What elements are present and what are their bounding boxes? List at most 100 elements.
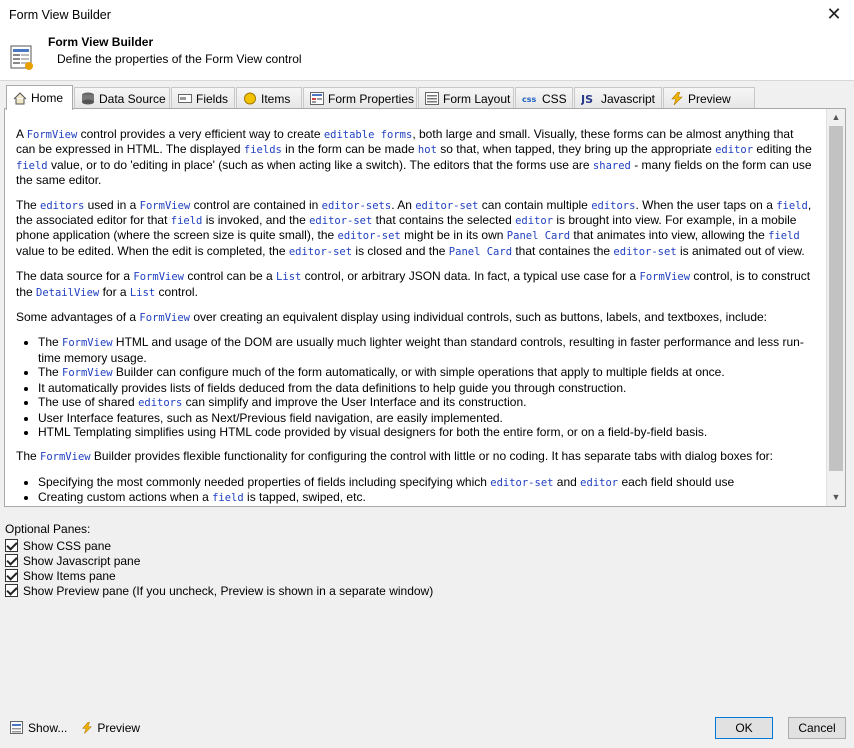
scroll-down-icon[interactable]: ▼: [827, 489, 845, 506]
database-icon: [82, 92, 94, 105]
checkbox-show-preview[interactable]: Show Preview pane (If you uncheck, Previ…: [5, 583, 433, 598]
list-item: Specifying the most commonly needed prop…: [38, 475, 815, 490]
tab-label: Data Source: [99, 91, 166, 106]
code-term: Panel Card: [506, 230, 571, 243]
tab-label: Preview: [688, 91, 731, 106]
tab-strip: Home Data Source Fields Items Form Prope…: [4, 85, 850, 110]
tab-label: Items: [261, 91, 291, 106]
optional-panes-label: Optional Panes:: [5, 522, 91, 536]
vertical-scrollbar[interactable]: ▲ ▼: [826, 109, 845, 506]
code-term: List: [276, 271, 302, 284]
checkbox-show-javascript[interactable]: Show Javascript pane: [5, 553, 433, 568]
checkbox-checked-icon[interactable]: [5, 569, 18, 582]
tab-data-source[interactable]: Data Source: [74, 87, 170, 109]
code-term: editor-sets: [321, 199, 392, 212]
code-term: editor: [580, 476, 619, 489]
code-term: editor: [515, 215, 554, 228]
close-icon[interactable]: ✕: [824, 4, 844, 25]
checkbox-label: Show Items pane: [23, 568, 116, 583]
home-panel: A FormView control provides a very effic…: [4, 108, 846, 507]
paragraph: Some advantages of a FormView over creat…: [16, 310, 768, 325]
code-term: FormView: [26, 129, 78, 141]
checkbox-show-css[interactable]: Show CSS pane: [5, 538, 433, 553]
tabs-list: Specifying the most commonly needed prop…: [38, 475, 815, 506]
advantages-list: The FormView HTML and usage of the DOM a…: [38, 335, 815, 439]
preview-label: Preview: [97, 721, 141, 735]
tab-label: Fields: [196, 91, 229, 106]
optional-panes: Optional Panes: Show CSS pane Show Javas…: [5, 522, 433, 598]
list-item: The FormView Builder can configure much …: [38, 365, 815, 380]
tab-label: CSS: [542, 91, 567, 106]
form-properties-icon: [310, 92, 324, 105]
list-item: Creating custom actions when a field is …: [38, 490, 815, 505]
tab-items[interactable]: Items: [236, 87, 302, 109]
code-term: editor-set: [613, 245, 677, 258]
paragraph: The editors used in a FormView control a…: [16, 197, 812, 258]
tab-preview[interactable]: Preview: [663, 87, 755, 109]
footer-links: Show... Preview: [10, 721, 140, 735]
code-term: FormView: [639, 271, 691, 284]
tab-label: Form Properties: [328, 91, 415, 106]
paragraph: A FormView control provides a very effic…: [16, 127, 812, 188]
code-term: editors: [138, 397, 183, 410]
code-term: FormView: [40, 451, 91, 464]
home-description: A FormView control provides a very effic…: [5, 109, 825, 506]
tab-label: Home: [31, 91, 64, 105]
cancel-button[interactable]: Cancel: [788, 717, 846, 739]
code-term: FormView: [62, 367, 113, 380]
code-term: editors: [40, 199, 85, 212]
code-term: fields: [243, 144, 282, 157]
tab-fields[interactable]: Fields: [171, 87, 235, 109]
checkbox-checked-icon[interactable]: [5, 554, 18, 567]
code-term: editor-set: [490, 476, 554, 489]
home-icon: [13, 91, 27, 104]
code-term: editor: [715, 144, 754, 157]
preview-link[interactable]: Preview: [81, 721, 140, 735]
paragraph: The FormView Builder provides flexible f…: [16, 449, 773, 464]
tab-javascript[interactable]: JS Javascript: [574, 87, 662, 109]
paragraph: The data source for a FormView control c…: [16, 269, 811, 299]
tab-form-layout[interactable]: Form Layout: [418, 87, 514, 109]
code-term: FormView: [139, 312, 190, 325]
list-item: It automatically provides lists of field…: [38, 381, 815, 395]
checkbox-checked-icon[interactable]: [5, 584, 18, 597]
code-term: FormView: [139, 199, 191, 212]
show-label: Show...: [28, 721, 68, 735]
scroll-thumb[interactable]: [829, 126, 843, 471]
tab-home[interactable]: Home: [6, 85, 73, 110]
code-term: field: [776, 199, 808, 212]
window-title: Form View Builder: [9, 8, 111, 22]
code-term: editors: [591, 199, 636, 212]
checkbox-checked-icon[interactable]: [5, 539, 18, 552]
code-term: FormView: [62, 337, 113, 350]
code-term: editor-set: [309, 215, 373, 228]
code-term: List: [129, 286, 156, 299]
svg-text:JS: JS: [581, 93, 593, 105]
code-term: field: [16, 159, 48, 172]
lightning-icon: [82, 722, 93, 734]
code-term: field: [170, 215, 203, 228]
list-item: User Interface features, such as Next/Pr…: [38, 411, 815, 425]
show-link[interactable]: Show...: [10, 721, 67, 735]
code-term: FormView: [133, 271, 184, 284]
form-layout-icon: [425, 92, 439, 105]
css-icon: css: [522, 95, 537, 104]
code-term: editor-set: [415, 199, 479, 212]
checkbox-show-items[interactable]: Show Items pane: [5, 568, 433, 583]
code-term: DetailView: [36, 286, 100, 299]
header-title: Form View Builder: [48, 35, 154, 49]
tab-css[interactable]: css CSS: [515, 87, 573, 109]
scroll-up-icon[interactable]: ▲: [827, 109, 845, 126]
form-builder-icon: [10, 721, 23, 734]
code-term: field: [768, 230, 800, 243]
tab-label: Form Layout: [443, 91, 511, 106]
ok-button[interactable]: OK: [715, 717, 773, 739]
svg-text:css: css: [522, 95, 537, 104]
dialog-header: Form View Builder Define the properties …: [0, 31, 854, 81]
list-item: The use of shared editors can simplify a…: [38, 395, 815, 410]
code-term: editor-set: [288, 245, 353, 258]
tab-form-properties[interactable]: Form Properties: [303, 87, 417, 109]
tab-label: Javascript: [601, 91, 656, 106]
code-term: hot: [417, 144, 437, 157]
dialog-body: Home Data Source Fields Items Form Prope…: [0, 81, 854, 748]
